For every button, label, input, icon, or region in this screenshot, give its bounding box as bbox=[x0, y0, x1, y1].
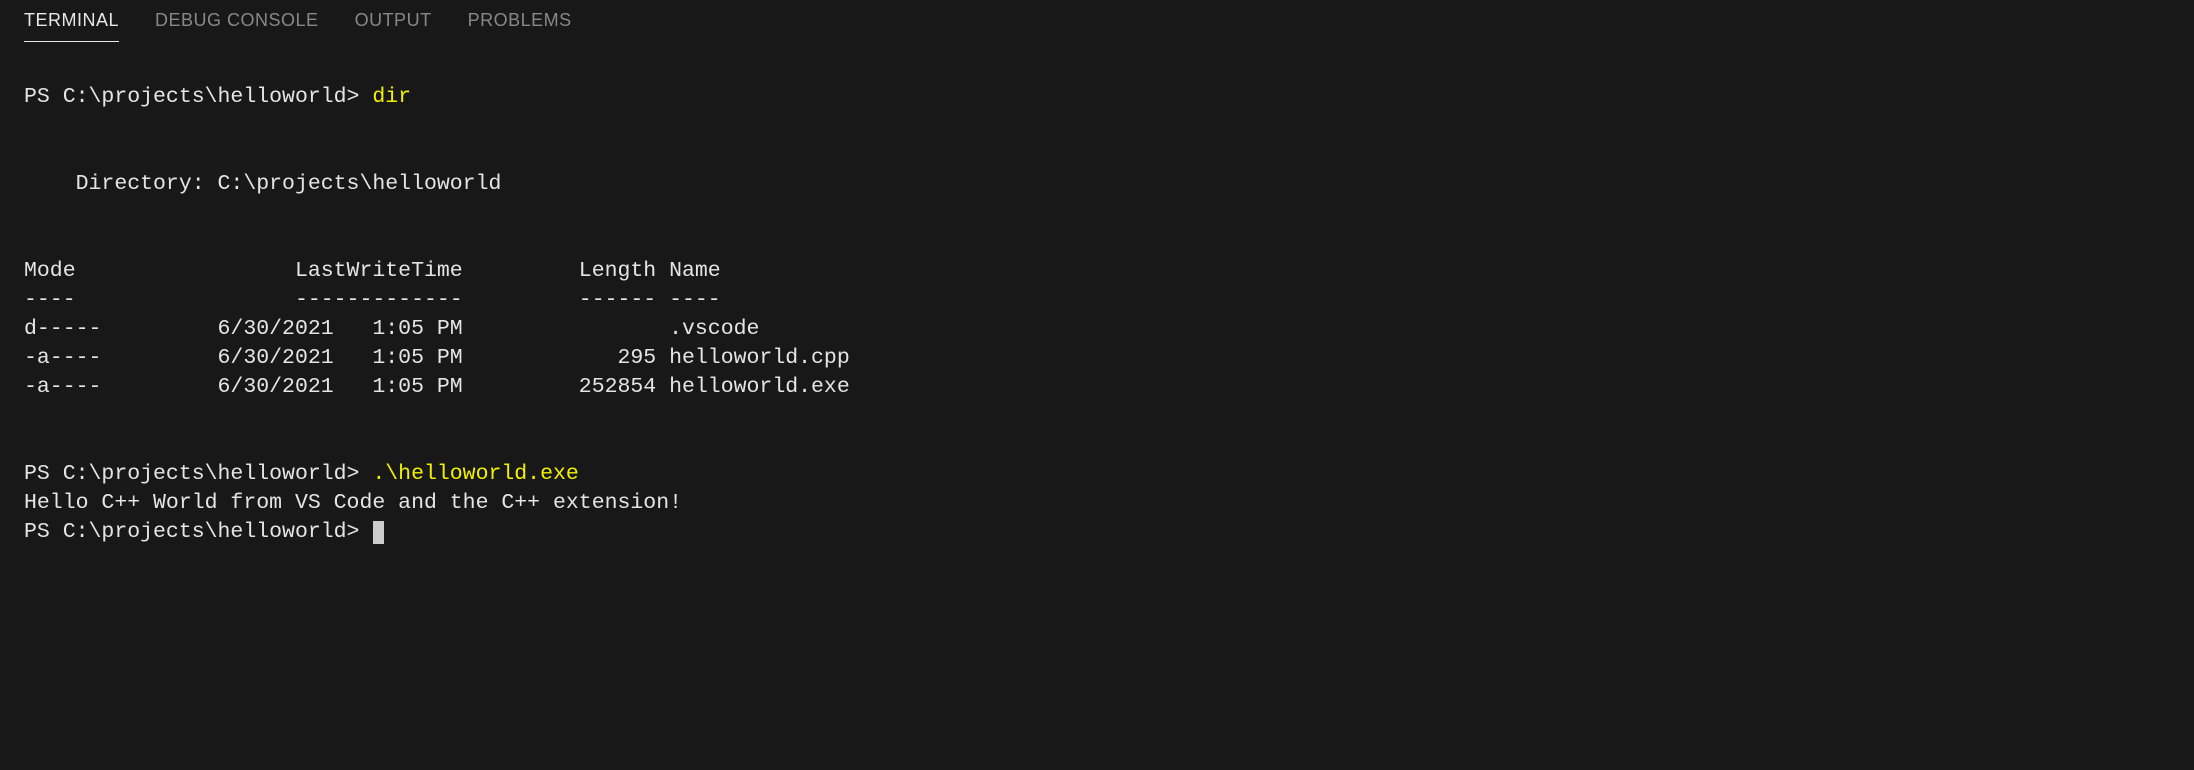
terminal-content[interactable]: PS C:\projects\helloworld> dir Directory… bbox=[0, 42, 2194, 559]
table-row: d----- 6/30/2021 1:05 PM .vscode bbox=[24, 317, 759, 341]
table-row: -a---- 6/30/2021 1:05 PM 295 helloworld.… bbox=[24, 346, 850, 370]
panel-tabs: TERMINAL DEBUG CONSOLE OUTPUT PROBLEMS bbox=[0, 0, 2194, 42]
table-header: Mode LastWriteTime Length Name bbox=[24, 259, 721, 283]
output-line: Hello C++ World from VS Code and the C++… bbox=[24, 491, 682, 515]
tab-debug-console[interactable]: DEBUG CONSOLE bbox=[155, 10, 319, 42]
prompt-line: PS C:\projects\helloworld> bbox=[24, 520, 372, 544]
directory-header: Directory: C:\projects\helloworld bbox=[24, 172, 501, 196]
command-text: dir bbox=[372, 85, 411, 109]
table-divider: ---- ------------- ------ ---- bbox=[24, 288, 721, 312]
prompt-line: PS C:\projects\helloworld> bbox=[24, 462, 372, 486]
prompt-line: PS C:\projects\helloworld> bbox=[24, 85, 372, 109]
tab-problems[interactable]: PROBLEMS bbox=[468, 10, 572, 42]
tab-output[interactable]: OUTPUT bbox=[355, 10, 432, 42]
command-text: .\helloworld.exe bbox=[372, 462, 578, 486]
table-row: -a---- 6/30/2021 1:05 PM 252854 hellowor… bbox=[24, 375, 850, 399]
tab-terminal[interactable]: TERMINAL bbox=[24, 10, 119, 42]
cursor-icon bbox=[373, 521, 384, 544]
